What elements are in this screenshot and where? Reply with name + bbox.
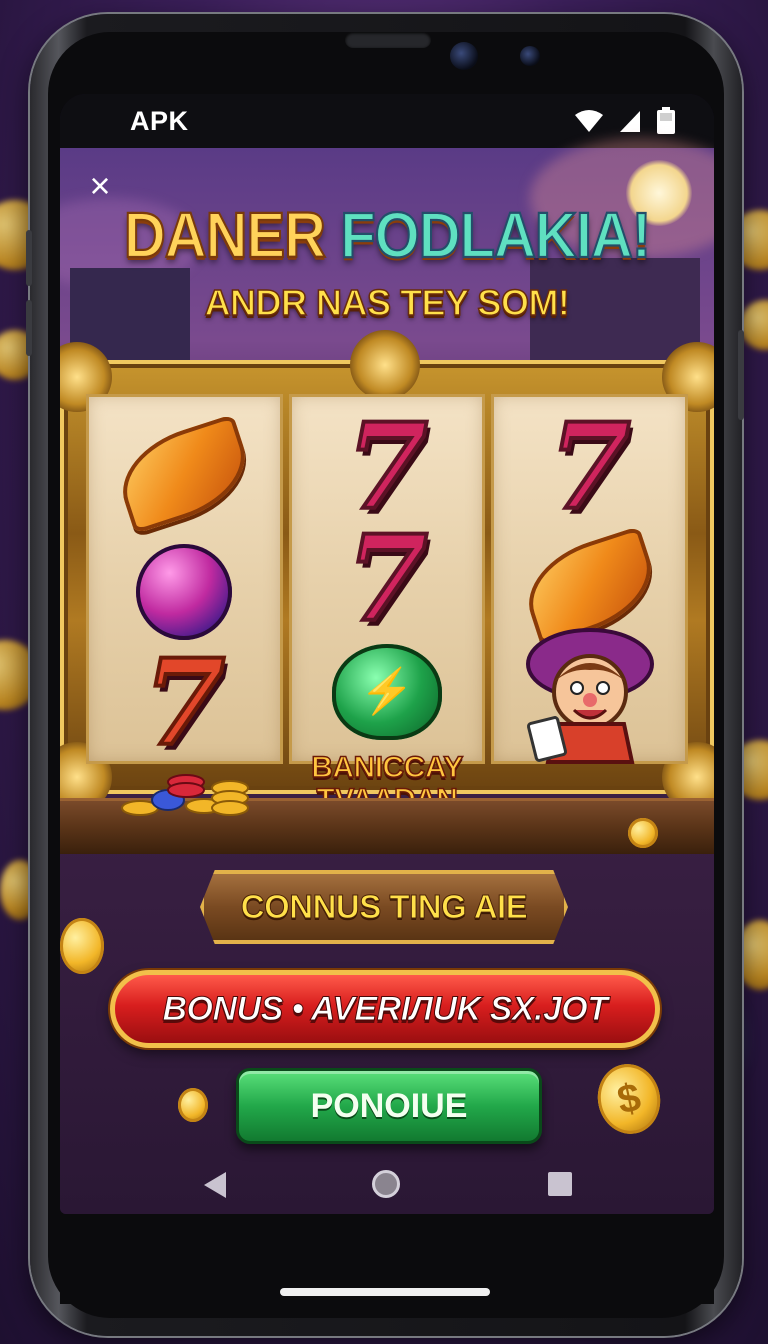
reel-caption-line-1: BANICCAY: [310, 751, 464, 785]
slot-reels: 7 7 7 ⚡ BANICCAY TVAADAN 7: [86, 394, 689, 816]
green-gem-symbol: ⚡: [332, 644, 442, 740]
earpiece-speaker: [345, 32, 431, 48]
status-carrier: APK: [130, 106, 189, 136]
slot-game-ad: × DANER FODLAKIA! ANDR NAS TEY SOM! 7 7 …: [60, 138, 714, 1214]
mascot-character-symbol: [525, 628, 654, 764]
back-icon[interactable]: [204, 1172, 226, 1198]
coin-stack-decoration: [121, 774, 249, 816]
coin-symbol: $: [613, 1075, 645, 1123]
seven-symbol: 7: [344, 509, 430, 648]
power-button: [738, 330, 744, 420]
reel-2: 7 7 ⚡ BANICCAY TVAADAN: [288, 394, 486, 816]
phone-screen: APK × DANER FODLAKIA! ANDR NAS TEY SOM! …: [60, 94, 714, 1214]
title-part-2: FODLAKIA!: [339, 199, 652, 273]
seven-symbol: 7: [141, 633, 227, 772]
volume-button: [26, 230, 32, 286]
front-camera: [450, 42, 478, 70]
reel-1: 7: [86, 394, 283, 764]
reel-3: 7: [491, 394, 689, 764]
slot-machine-frame: 7 7 7 ⚡ BANICCAY TVAADAN 7: [60, 330, 714, 816]
home-indicator[interactable]: [280, 1288, 490, 1296]
coin-icon: [628, 818, 658, 848]
recent-apps-icon[interactable]: [548, 1172, 572, 1196]
game-subtitle: ANDR NAS TEY SOM!: [204, 281, 571, 324]
battery-icon: [657, 107, 675, 134]
front-sensor: [520, 46, 540, 66]
background-coin: [740, 300, 768, 350]
status-icons: [574, 107, 676, 135]
volume-button: [26, 300, 32, 356]
navigation-bar: [60, 1156, 714, 1214]
frame-ornament: [350, 330, 420, 400]
signal-icon: [620, 111, 640, 132]
coin-icon: [178, 1088, 208, 1122]
seven-symbol: 7: [547, 397, 633, 536]
wooden-banner-button[interactable]: CONNUS TING AIE: [200, 870, 568, 944]
game-title: DANER FODLAKIA!: [60, 199, 714, 273]
orb-symbol: [136, 544, 233, 640]
flame-leaf-symbol: [109, 413, 260, 535]
home-icon[interactable]: [372, 1170, 400, 1198]
wifi-icon: [575, 110, 603, 132]
coin-icon: [60, 918, 104, 974]
play-now-button[interactable]: PONOIUE: [236, 1068, 542, 1144]
bonus-banner[interactable]: BONUS • AVERIЛUK SX.JOT: [110, 970, 660, 1048]
dollar-coin-icon: $: [591, 1058, 667, 1140]
title-part-1: DANER: [123, 199, 341, 273]
